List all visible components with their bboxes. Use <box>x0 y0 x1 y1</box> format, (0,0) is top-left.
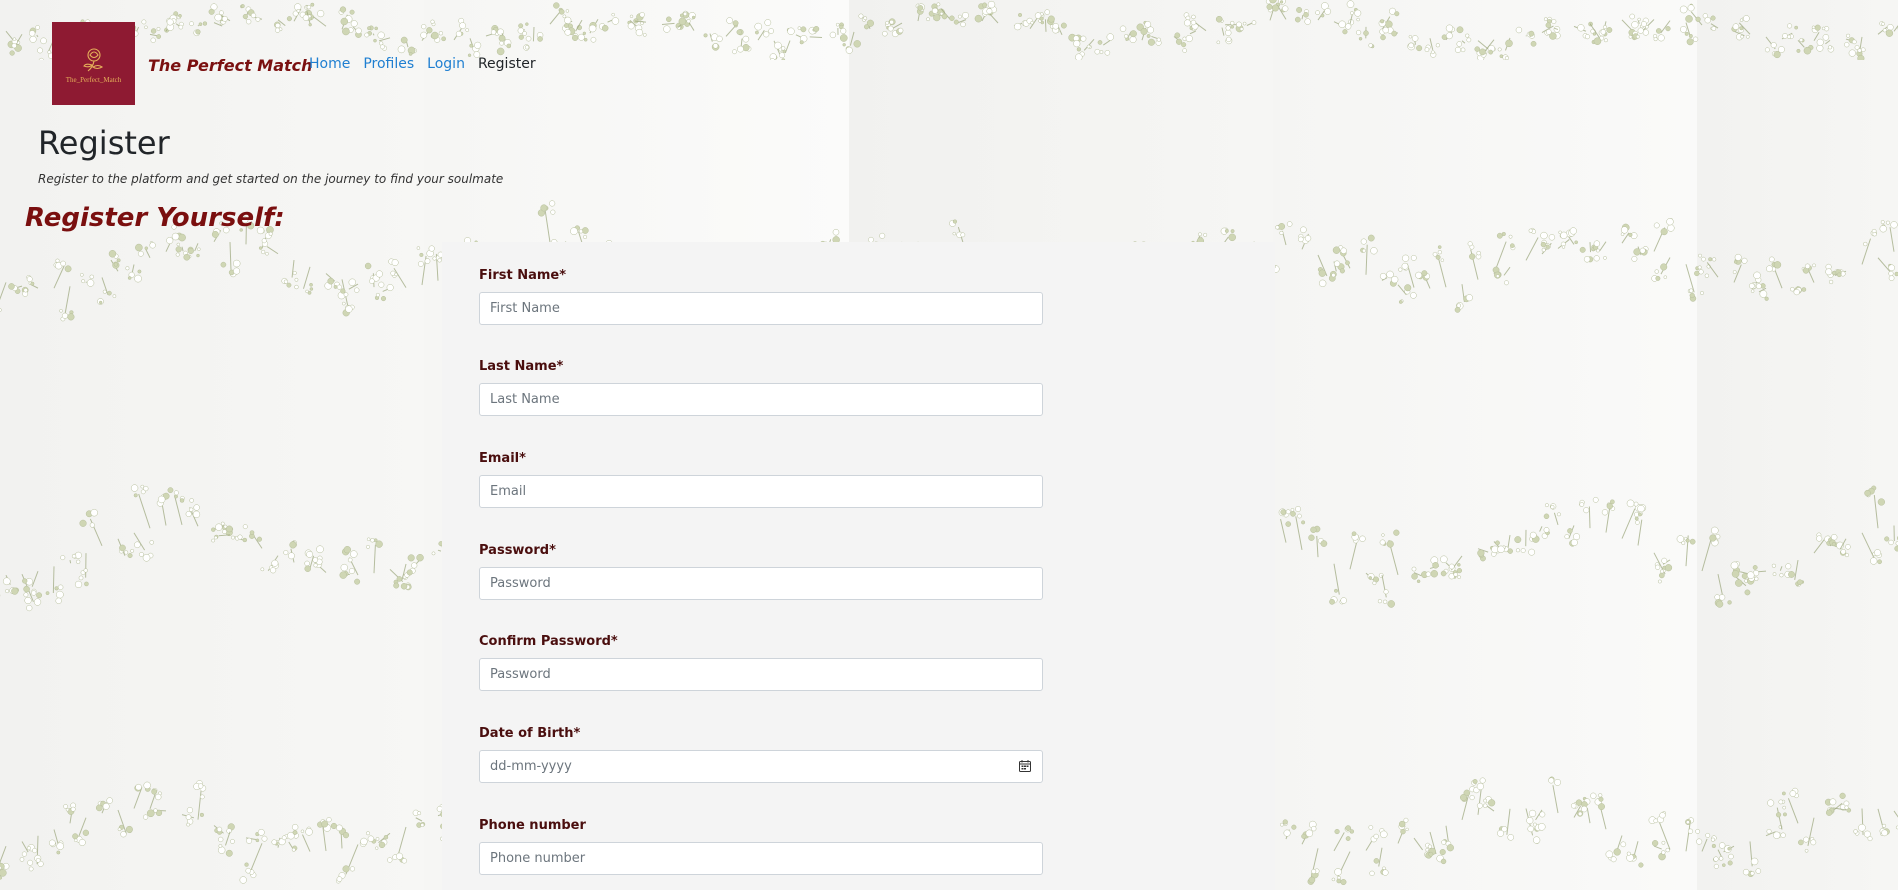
password-label: Password* <box>479 543 556 558</box>
page-title: Register <box>38 124 170 162</box>
phone-input[interactable] <box>479 842 1043 875</box>
date-of-birth-input[interactable]: dd-mm-yyyy <box>479 750 1043 783</box>
date-of-birth-group: Date of Birth* dd-mm-yyyy <box>479 726 1043 783</box>
password-group: Password* <box>479 543 1043 600</box>
phone-label: Phone number <box>479 818 586 833</box>
logo-text: The_Perfect_Match <box>65 75 122 84</box>
last-name-group: Last Name* <box>479 359 1043 416</box>
register-form: First Name* Last Name* Email* Password* … <box>442 242 1275 890</box>
site-logo[interactable]: The_Perfect_Match <box>52 22 135 105</box>
confirm-password-group: Confirm Password* <box>479 634 1043 691</box>
nav-link-home[interactable]: Home <box>309 56 350 72</box>
form-heading: Register Yourself: <box>25 203 285 233</box>
phone-group: Phone number <box>479 818 1043 875</box>
password-input[interactable] <box>479 567 1043 600</box>
calendar-icon[interactable] <box>1019 760 1031 772</box>
main-nav: Home Profiles Login Register <box>309 56 536 72</box>
nav-link-register[interactable]: Register <box>478 56 536 72</box>
date-of-birth-label: Date of Birth* <box>479 726 581 741</box>
rose-logo-icon <box>82 47 103 71</box>
email-group: Email* <box>479 451 1043 508</box>
date-of-birth-wrapper: dd-mm-yyyy <box>479 750 1043 783</box>
first-name-group: First Name* <box>479 268 1043 325</box>
brand-name[interactable]: The Perfect Match <box>148 56 313 75</box>
flower-garland-top <box>5 0 1898 60</box>
page-subtitle: Register to the platform and get started… <box>38 172 504 186</box>
nav-link-login[interactable]: Login <box>427 56 465 72</box>
email-input[interactable] <box>479 475 1043 508</box>
confirm-password-label: Confirm Password* <box>479 634 618 649</box>
nav-link-profiles[interactable]: Profiles <box>363 56 414 72</box>
first-name-input[interactable] <box>479 292 1043 325</box>
confirm-password-input[interactable] <box>479 658 1043 691</box>
email-label: Email* <box>479 451 526 466</box>
first-name-label: First Name* <box>479 268 567 283</box>
last-name-input[interactable] <box>479 383 1043 416</box>
last-name-label: Last Name* <box>479 359 564 374</box>
